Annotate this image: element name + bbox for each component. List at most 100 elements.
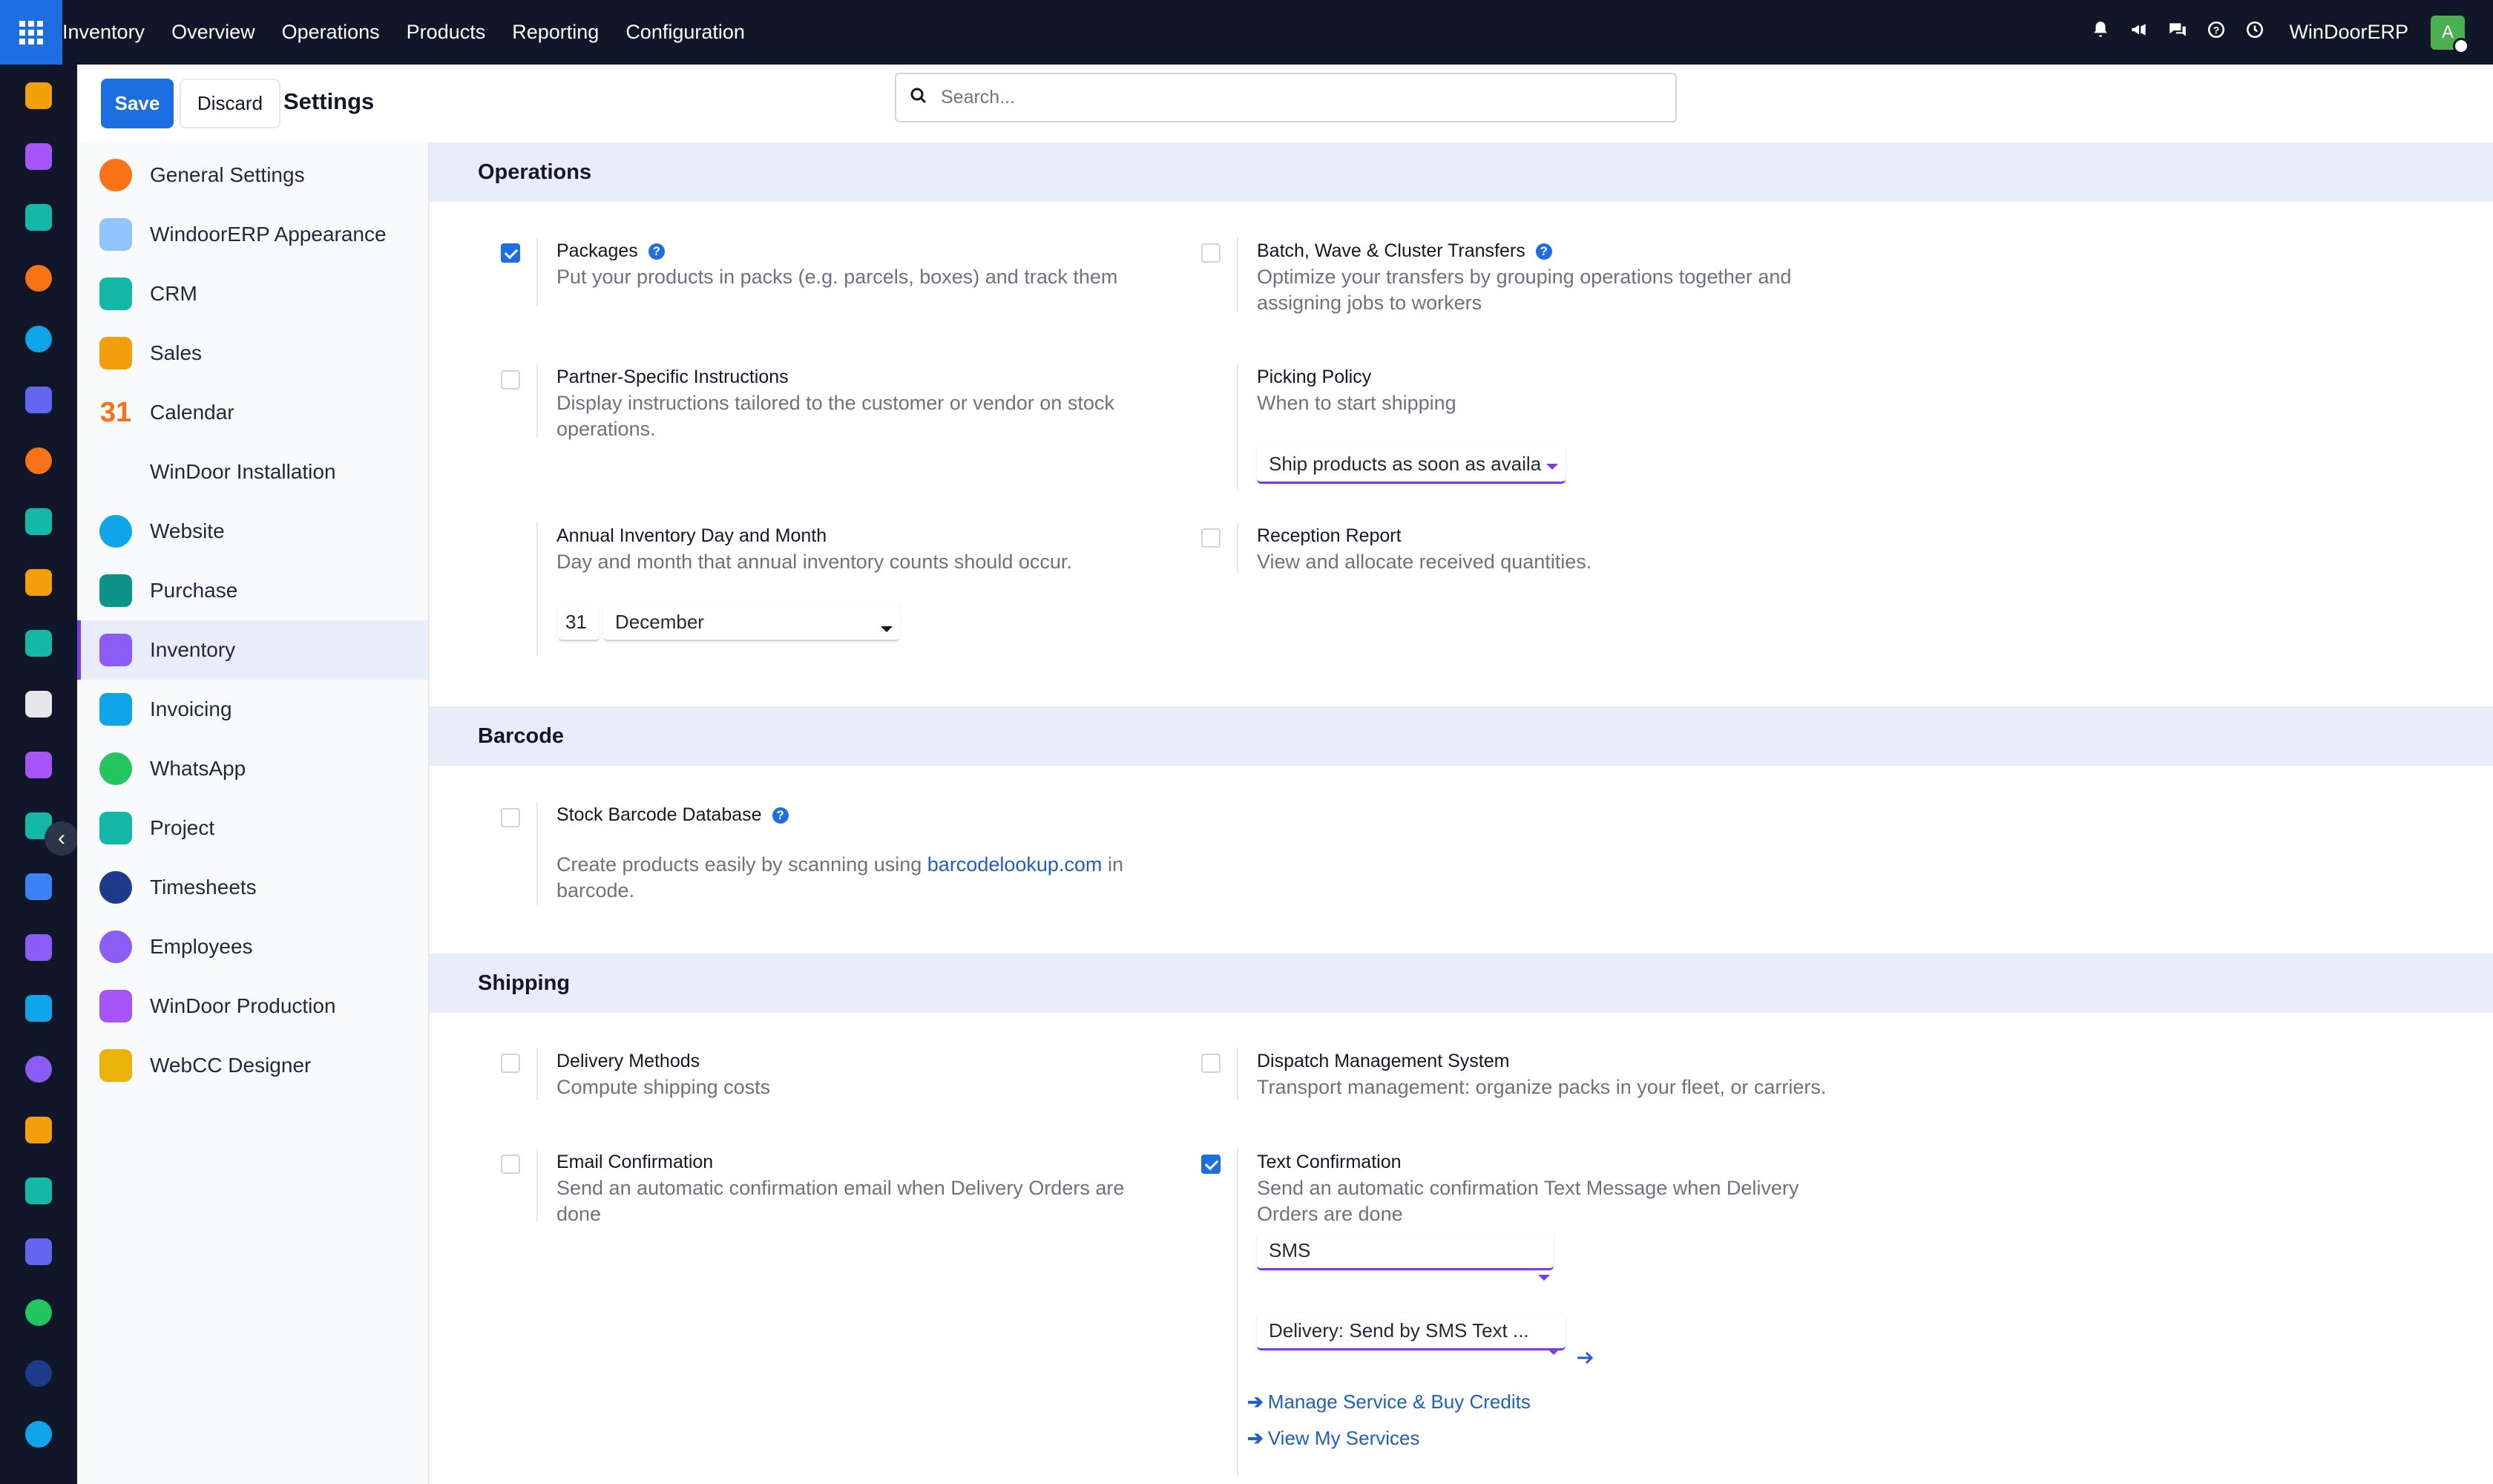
annual-inventory-day-value: 31 bbox=[565, 610, 587, 633]
help-icon[interactable]: ? bbox=[648, 243, 665, 260]
partner-instructions-checkbox[interactable] bbox=[501, 370, 520, 390]
text-confirmation-title: Text Confirmation bbox=[1257, 1152, 1402, 1172]
rail-inventory-icon[interactable] bbox=[25, 934, 52, 961]
partner-instructions-description: Display instructions tailored to the cus… bbox=[556, 392, 1114, 440]
collapse-rail-button[interactable]: ‹ bbox=[45, 821, 79, 856]
rail-production-icon[interactable] bbox=[25, 143, 52, 170]
rail-invoicing-icon[interactable] bbox=[25, 995, 52, 1022]
sidebar-item-label: Employees bbox=[150, 935, 253, 958]
menu-configuration[interactable]: Configuration bbox=[612, 21, 758, 44]
company-name[interactable]: WinDoorERP bbox=[2289, 21, 2408, 44]
picking-policy-title: Picking Policy bbox=[1257, 367, 1372, 387]
app-name-link[interactable]: Inventory bbox=[62, 21, 158, 44]
rail-livechat-icon[interactable] bbox=[25, 447, 52, 474]
rail-production2-icon[interactable] bbox=[25, 752, 52, 778]
text-confirmation-mode-select[interactable]: SMS bbox=[1257, 1233, 1554, 1270]
view-services-link[interactable]: ➔ View My Services bbox=[1247, 1427, 1419, 1450]
sidebar-item-label: Calendar bbox=[150, 401, 234, 424]
sidebar-item-inventory[interactable]: Inventory bbox=[77, 620, 428, 680]
chat-icon[interactable] bbox=[2158, 20, 2197, 45]
help-icon[interactable]: ? bbox=[772, 807, 789, 824]
sidebar-item-label: WinDoor Installation bbox=[150, 460, 336, 483]
rail-crm-icon[interactable] bbox=[25, 508, 52, 535]
sidebar-item-purchase[interactable]: Purchase bbox=[77, 561, 428, 620]
help-icon[interactable]: ? bbox=[2197, 20, 2236, 45]
annual-inventory-month-select[interactable]: December bbox=[603, 604, 900, 641]
divider bbox=[1237, 237, 1238, 312]
reception-report-description: View and allocate received quantities. bbox=[1257, 551, 1592, 573]
arrow-right-icon: ➔ bbox=[1247, 1427, 1264, 1449]
sidebar-item-whatsapp[interactable]: WhatsApp bbox=[77, 739, 428, 798]
text-confirmation-checkbox[interactable] bbox=[1201, 1155, 1221, 1174]
sidebar-item-invoicing[interactable]: Invoicing bbox=[77, 680, 428, 739]
rail-timesheets-icon[interactable] bbox=[25, 1360, 52, 1387]
sidebar-item-website[interactable]: Website bbox=[77, 502, 428, 561]
rail-cube-icon[interactable] bbox=[25, 691, 52, 718]
clock-icon[interactable] bbox=[2236, 20, 2274, 45]
picking-policy-select[interactable]: Ship products as soon as availa bbox=[1257, 447, 1566, 484]
sidebar-item-webcc-designer[interactable]: WebCC Designer bbox=[77, 1036, 428, 1095]
open-sms-template-link[interactable] bbox=[1576, 1347, 1595, 1370]
sidebar-item-calendar[interactable]: 31 Calendar bbox=[77, 383, 428, 442]
sidebar-item-windoor-production[interactable]: WinDoor Production bbox=[77, 976, 428, 1036]
project-icon bbox=[99, 812, 132, 844]
menu-reporting[interactable]: Reporting bbox=[499, 21, 612, 44]
sidebar-item-crm[interactable]: CRM bbox=[77, 264, 428, 324]
user-avatar[interactable]: A bbox=[2431, 15, 2469, 54]
rail-dashboard-icon[interactable] bbox=[25, 1238, 52, 1265]
rail-website2-icon[interactable] bbox=[25, 1421, 52, 1448]
main-menu: Inventory Overview Operations Products R… bbox=[62, 0, 758, 65]
sidebar-item-timesheets[interactable]: Timesheets bbox=[77, 858, 428, 917]
rail-calendar-icon[interactable] bbox=[25, 1117, 52, 1143]
rail-sign-icon[interactable] bbox=[25, 1178, 52, 1204]
rail-employees-icon[interactable] bbox=[25, 1056, 52, 1083]
save-button[interactable]: Save bbox=[101, 79, 174, 128]
rail-contacts-icon[interactable] bbox=[25, 204, 52, 231]
sidebar-item-label: WindoorERP Appearance bbox=[150, 223, 387, 246]
sidebar-item-windoor-installation[interactable]: WinDoor Installation bbox=[77, 442, 428, 502]
sidebar-item-appearance[interactable]: WindoorERP Appearance bbox=[77, 205, 428, 264]
divider bbox=[1237, 364, 1238, 490]
search-input[interactable] bbox=[941, 87, 1609, 108]
annual-inventory-month-value: December bbox=[615, 610, 704, 633]
rail-discuss-icon[interactable] bbox=[25, 265, 52, 292]
packages-checkbox[interactable] bbox=[501, 243, 520, 263]
megaphone-icon[interactable] bbox=[2120, 20, 2158, 45]
dispatch-management-checkbox[interactable] bbox=[1201, 1054, 1221, 1073]
rail-contacts2-icon[interactable] bbox=[25, 630, 52, 657]
sidebar-item-project[interactable]: Project bbox=[77, 798, 428, 858]
rail-sales-icon[interactable] bbox=[25, 82, 52, 109]
sidebar-item-general-settings[interactable]: General Settings bbox=[77, 145, 428, 205]
rail-whatsapp-icon[interactable] bbox=[25, 1299, 52, 1326]
annual-inventory-day-input[interactable]: 31 bbox=[558, 604, 600, 641]
bell-icon[interactable] bbox=[2081, 20, 2120, 45]
rail-knowledge-icon[interactable] bbox=[25, 873, 52, 900]
sidebar-item-label: CRM bbox=[150, 282, 197, 305]
email-confirmation-checkbox[interactable] bbox=[501, 1155, 520, 1174]
menu-products[interactable]: Products bbox=[393, 21, 499, 44]
sidebar-item-sales[interactable]: Sales bbox=[77, 324, 428, 383]
barcodelookup-link[interactable]: barcodelookup.com bbox=[927, 853, 1103, 876]
batch-transfers-checkbox[interactable] bbox=[1201, 243, 1221, 263]
stock-barcode-db-checkbox[interactable] bbox=[501, 808, 520, 827]
control-panel: Save Discard Settings bbox=[77, 65, 2493, 142]
reception-report-checkbox[interactable] bbox=[1201, 528, 1221, 548]
rail-sales2-icon[interactable] bbox=[25, 569, 52, 596]
crm-icon bbox=[99, 278, 132, 310]
discard-button[interactable]: Discard bbox=[180, 79, 280, 128]
help-icon[interactable]: ? bbox=[1535, 243, 1552, 260]
sales-icon bbox=[99, 337, 132, 370]
rail-website-icon[interactable] bbox=[25, 326, 52, 352]
sms-template-select[interactable]: Delivery: Send by SMS Text ... bbox=[1257, 1313, 1566, 1350]
menu-operations[interactable]: Operations bbox=[269, 21, 393, 44]
sidebar-item-label: Sales bbox=[150, 341, 203, 364]
sidebar-item-employees[interactable]: Employees bbox=[77, 917, 428, 976]
divider bbox=[1237, 522, 1238, 574]
menu-overview[interactable]: Overview bbox=[158, 21, 269, 44]
manage-service-link[interactable]: ➔ Manage Service & Buy Credits bbox=[1247, 1391, 1531, 1414]
app-menu-button[interactable] bbox=[0, 0, 62, 65]
delivery-methods-checkbox[interactable] bbox=[501, 1054, 520, 1073]
webcc-designer-icon bbox=[99, 1049, 132, 1082]
rail-email-icon[interactable] bbox=[25, 387, 52, 413]
sidebar-item-label: Website bbox=[150, 519, 225, 542]
